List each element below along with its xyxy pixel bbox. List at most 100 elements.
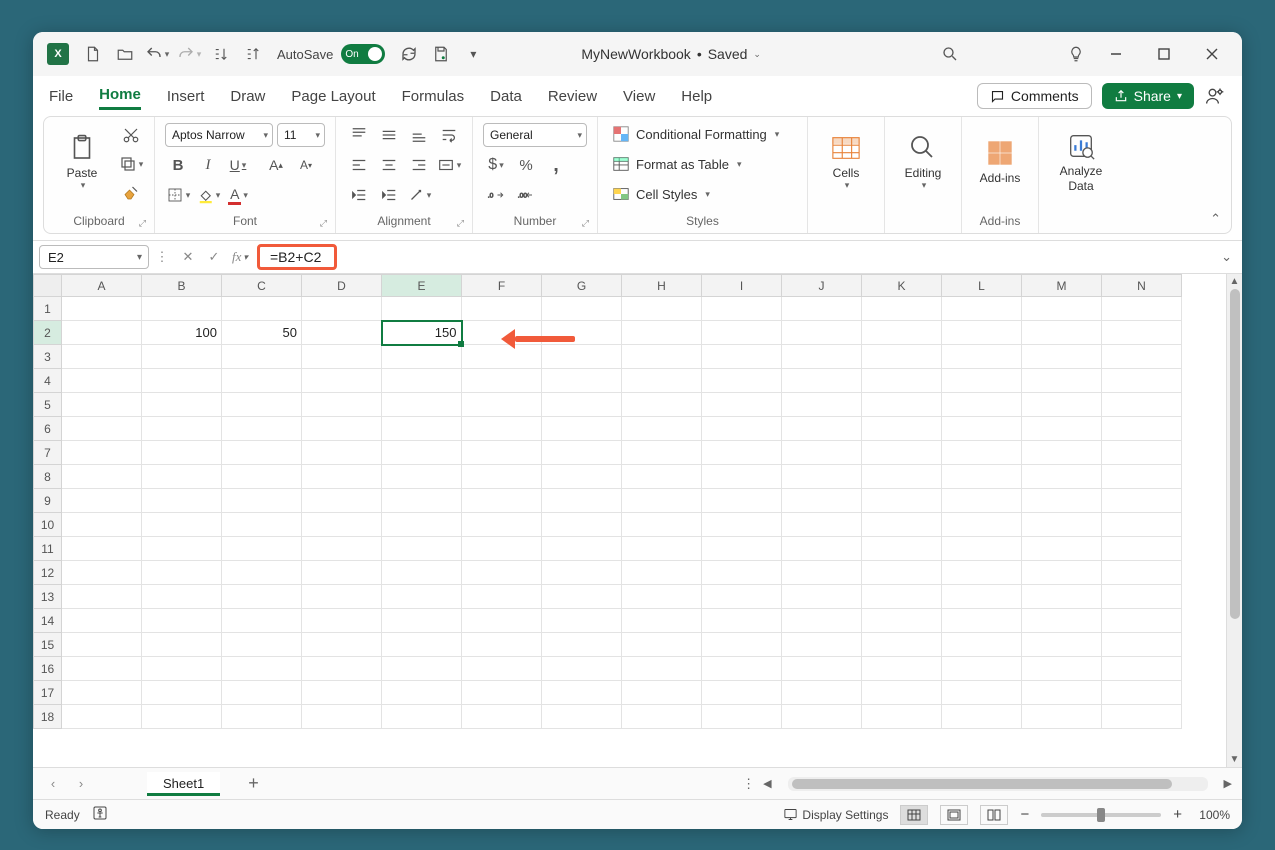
analyze-data-button[interactable]: Analyze Data — [1049, 123, 1113, 201]
cell-E11[interactable] — [382, 537, 462, 561]
cell-L4[interactable] — [942, 369, 1022, 393]
cell-E3[interactable] — [382, 345, 462, 369]
cell-E4[interactable] — [382, 369, 462, 393]
cell-C16[interactable] — [222, 657, 302, 681]
cell-H8[interactable] — [622, 465, 702, 489]
cell-N7[interactable] — [1102, 441, 1182, 465]
cell-C7[interactable] — [222, 441, 302, 465]
col-header[interactable]: C — [222, 275, 302, 297]
scroll-down-icon[interactable]: ▼ — [1230, 754, 1240, 765]
editing-button[interactable]: Editing▾ — [895, 123, 951, 201]
cell-C18[interactable] — [222, 705, 302, 729]
cell-G18[interactable] — [542, 705, 622, 729]
name-box[interactable]: E2 — [39, 245, 149, 269]
italic-button[interactable]: I — [195, 153, 221, 177]
col-header[interactable]: D — [302, 275, 382, 297]
cell-L16[interactable] — [942, 657, 1022, 681]
cell-F18[interactable] — [462, 705, 542, 729]
cell-J4[interactable] — [782, 369, 862, 393]
cell-J11[interactable] — [782, 537, 862, 561]
cell-M11[interactable] — [1022, 537, 1102, 561]
cell-K13[interactable] — [862, 585, 942, 609]
cell-M7[interactable] — [1022, 441, 1102, 465]
cell-F12[interactable] — [462, 561, 542, 585]
fill-color-icon[interactable]: ▾ — [195, 183, 221, 207]
cell-J1[interactable] — [782, 297, 862, 321]
cell-K5[interactable] — [862, 393, 942, 417]
cell-N12[interactable] — [1102, 561, 1182, 585]
sort-desc-icon[interactable] — [239, 40, 267, 68]
cell-B2[interactable]: 100 — [142, 321, 222, 345]
cells-button[interactable]: Cells▾ — [818, 123, 874, 201]
cell-I4[interactable] — [702, 369, 782, 393]
accessibility-icon[interactable] — [92, 805, 108, 824]
cell-B10[interactable] — [142, 513, 222, 537]
vertical-scrollbar[interactable]: ▲ ▼ — [1226, 274, 1242, 767]
alignment-launcher-icon[interactable]: ⤢ — [457, 218, 464, 229]
cell-N13[interactable] — [1102, 585, 1182, 609]
cell-K6[interactable] — [862, 417, 942, 441]
new-file-icon[interactable] — [79, 40, 107, 68]
hscroll-right-icon[interactable]: ▶ — [1224, 777, 1232, 790]
cell-F7[interactable] — [462, 441, 542, 465]
cell-E10[interactable] — [382, 513, 462, 537]
cell-E7[interactable] — [382, 441, 462, 465]
undo-icon[interactable]: ▾ — [143, 40, 171, 68]
minimize-button[interactable] — [1094, 38, 1138, 70]
cell-D3[interactable] — [302, 345, 382, 369]
cell-E18[interactable] — [382, 705, 462, 729]
hscroll-left-icon[interactable]: ◀ — [763, 777, 771, 790]
cell-I17[interactable] — [702, 681, 782, 705]
cell-N16[interactable] — [1102, 657, 1182, 681]
cell-D14[interactable] — [302, 609, 382, 633]
cell-G4[interactable] — [542, 369, 622, 393]
refresh-icon[interactable] — [395, 40, 423, 68]
paste-button[interactable]: Paste ▾ — [54, 123, 110, 201]
cell-E13[interactable] — [382, 585, 462, 609]
cell-K3[interactable] — [862, 345, 942, 369]
row-header[interactable]: 13 — [34, 585, 62, 609]
prev-sheet-icon[interactable]: ‹ — [43, 776, 63, 791]
cell-I3[interactable] — [702, 345, 782, 369]
cell-F1[interactable] — [462, 297, 542, 321]
enter-formula-icon[interactable]: ✓ — [201, 244, 227, 270]
tab-review[interactable]: Review — [548, 84, 597, 109]
cell-K15[interactable] — [862, 633, 942, 657]
autosave-toggle[interactable]: On — [341, 44, 385, 64]
col-header[interactable]: N — [1102, 275, 1182, 297]
cell-N17[interactable] — [1102, 681, 1182, 705]
cell-I13[interactable] — [702, 585, 782, 609]
cell-C5[interactable] — [222, 393, 302, 417]
cell-E15[interactable] — [382, 633, 462, 657]
open-file-icon[interactable] — [111, 40, 139, 68]
font-size-select[interactable]: 11 — [277, 123, 325, 147]
cell-A10[interactable] — [62, 513, 142, 537]
formula-menu-icon[interactable]: ⋮ — [149, 244, 175, 270]
cell-I11[interactable] — [702, 537, 782, 561]
format-painter-icon[interactable] — [118, 181, 144, 205]
cell-L1[interactable] — [942, 297, 1022, 321]
font-color-icon[interactable]: A▾ — [225, 183, 251, 207]
cell-A13[interactable] — [62, 585, 142, 609]
row-header[interactable]: 3 — [34, 345, 62, 369]
cell-M12[interactable] — [1022, 561, 1102, 585]
col-header[interactable]: I — [702, 275, 782, 297]
cell-E1[interactable] — [382, 297, 462, 321]
row-header[interactable]: 5 — [34, 393, 62, 417]
cell-E9[interactable] — [382, 489, 462, 513]
page-layout-view-icon[interactable] — [940, 805, 968, 825]
share-button[interactable]: Share ▾ — [1102, 83, 1194, 109]
cell-F14[interactable] — [462, 609, 542, 633]
cell-L13[interactable] — [942, 585, 1022, 609]
cell-I2[interactable] — [702, 321, 782, 345]
shrink-font-icon[interactable]: A▾ — [293, 153, 319, 177]
cell-M10[interactable] — [1022, 513, 1102, 537]
cell-G7[interactable] — [542, 441, 622, 465]
tab-insert[interactable]: Insert — [167, 84, 205, 109]
cell-A2[interactable] — [62, 321, 142, 345]
cell-K18[interactable] — [862, 705, 942, 729]
cell-H18[interactable] — [622, 705, 702, 729]
cell-F11[interactable] — [462, 537, 542, 561]
cell-D17[interactable] — [302, 681, 382, 705]
cell-J5[interactable] — [782, 393, 862, 417]
